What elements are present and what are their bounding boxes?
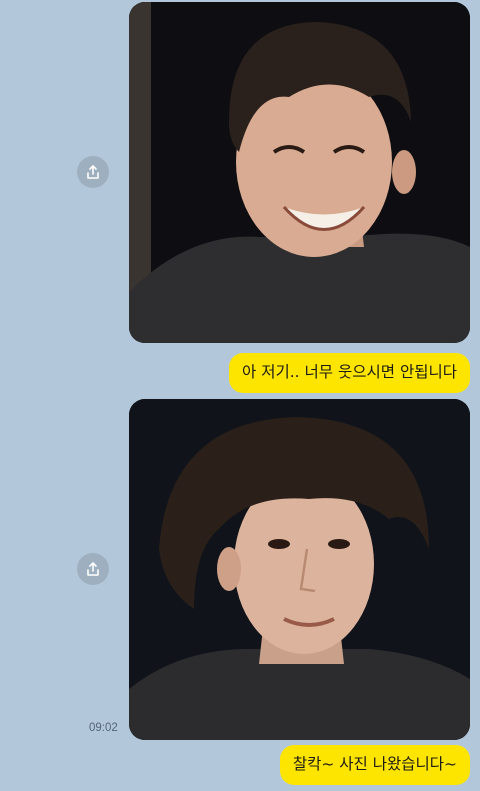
photo-message[interactable]: [129, 399, 470, 740]
message-timestamp: 09:02: [89, 722, 118, 734]
share-button[interactable]: [77, 156, 109, 188]
share-icon: [87, 165, 99, 179]
my-message-bubble[interactable]: 찰칵~ 사진 나왔습니다~: [279, 745, 470, 785]
share-icon: [87, 562, 99, 576]
photo-image: [129, 399, 470, 740]
my-message-bubble[interactable]: 아 저기.. 너무 웃으시면 안됩니다: [229, 353, 470, 393]
photo-image: [129, 2, 470, 343]
share-button[interactable]: [77, 553, 109, 585]
photo-message[interactable]: [129, 2, 470, 343]
